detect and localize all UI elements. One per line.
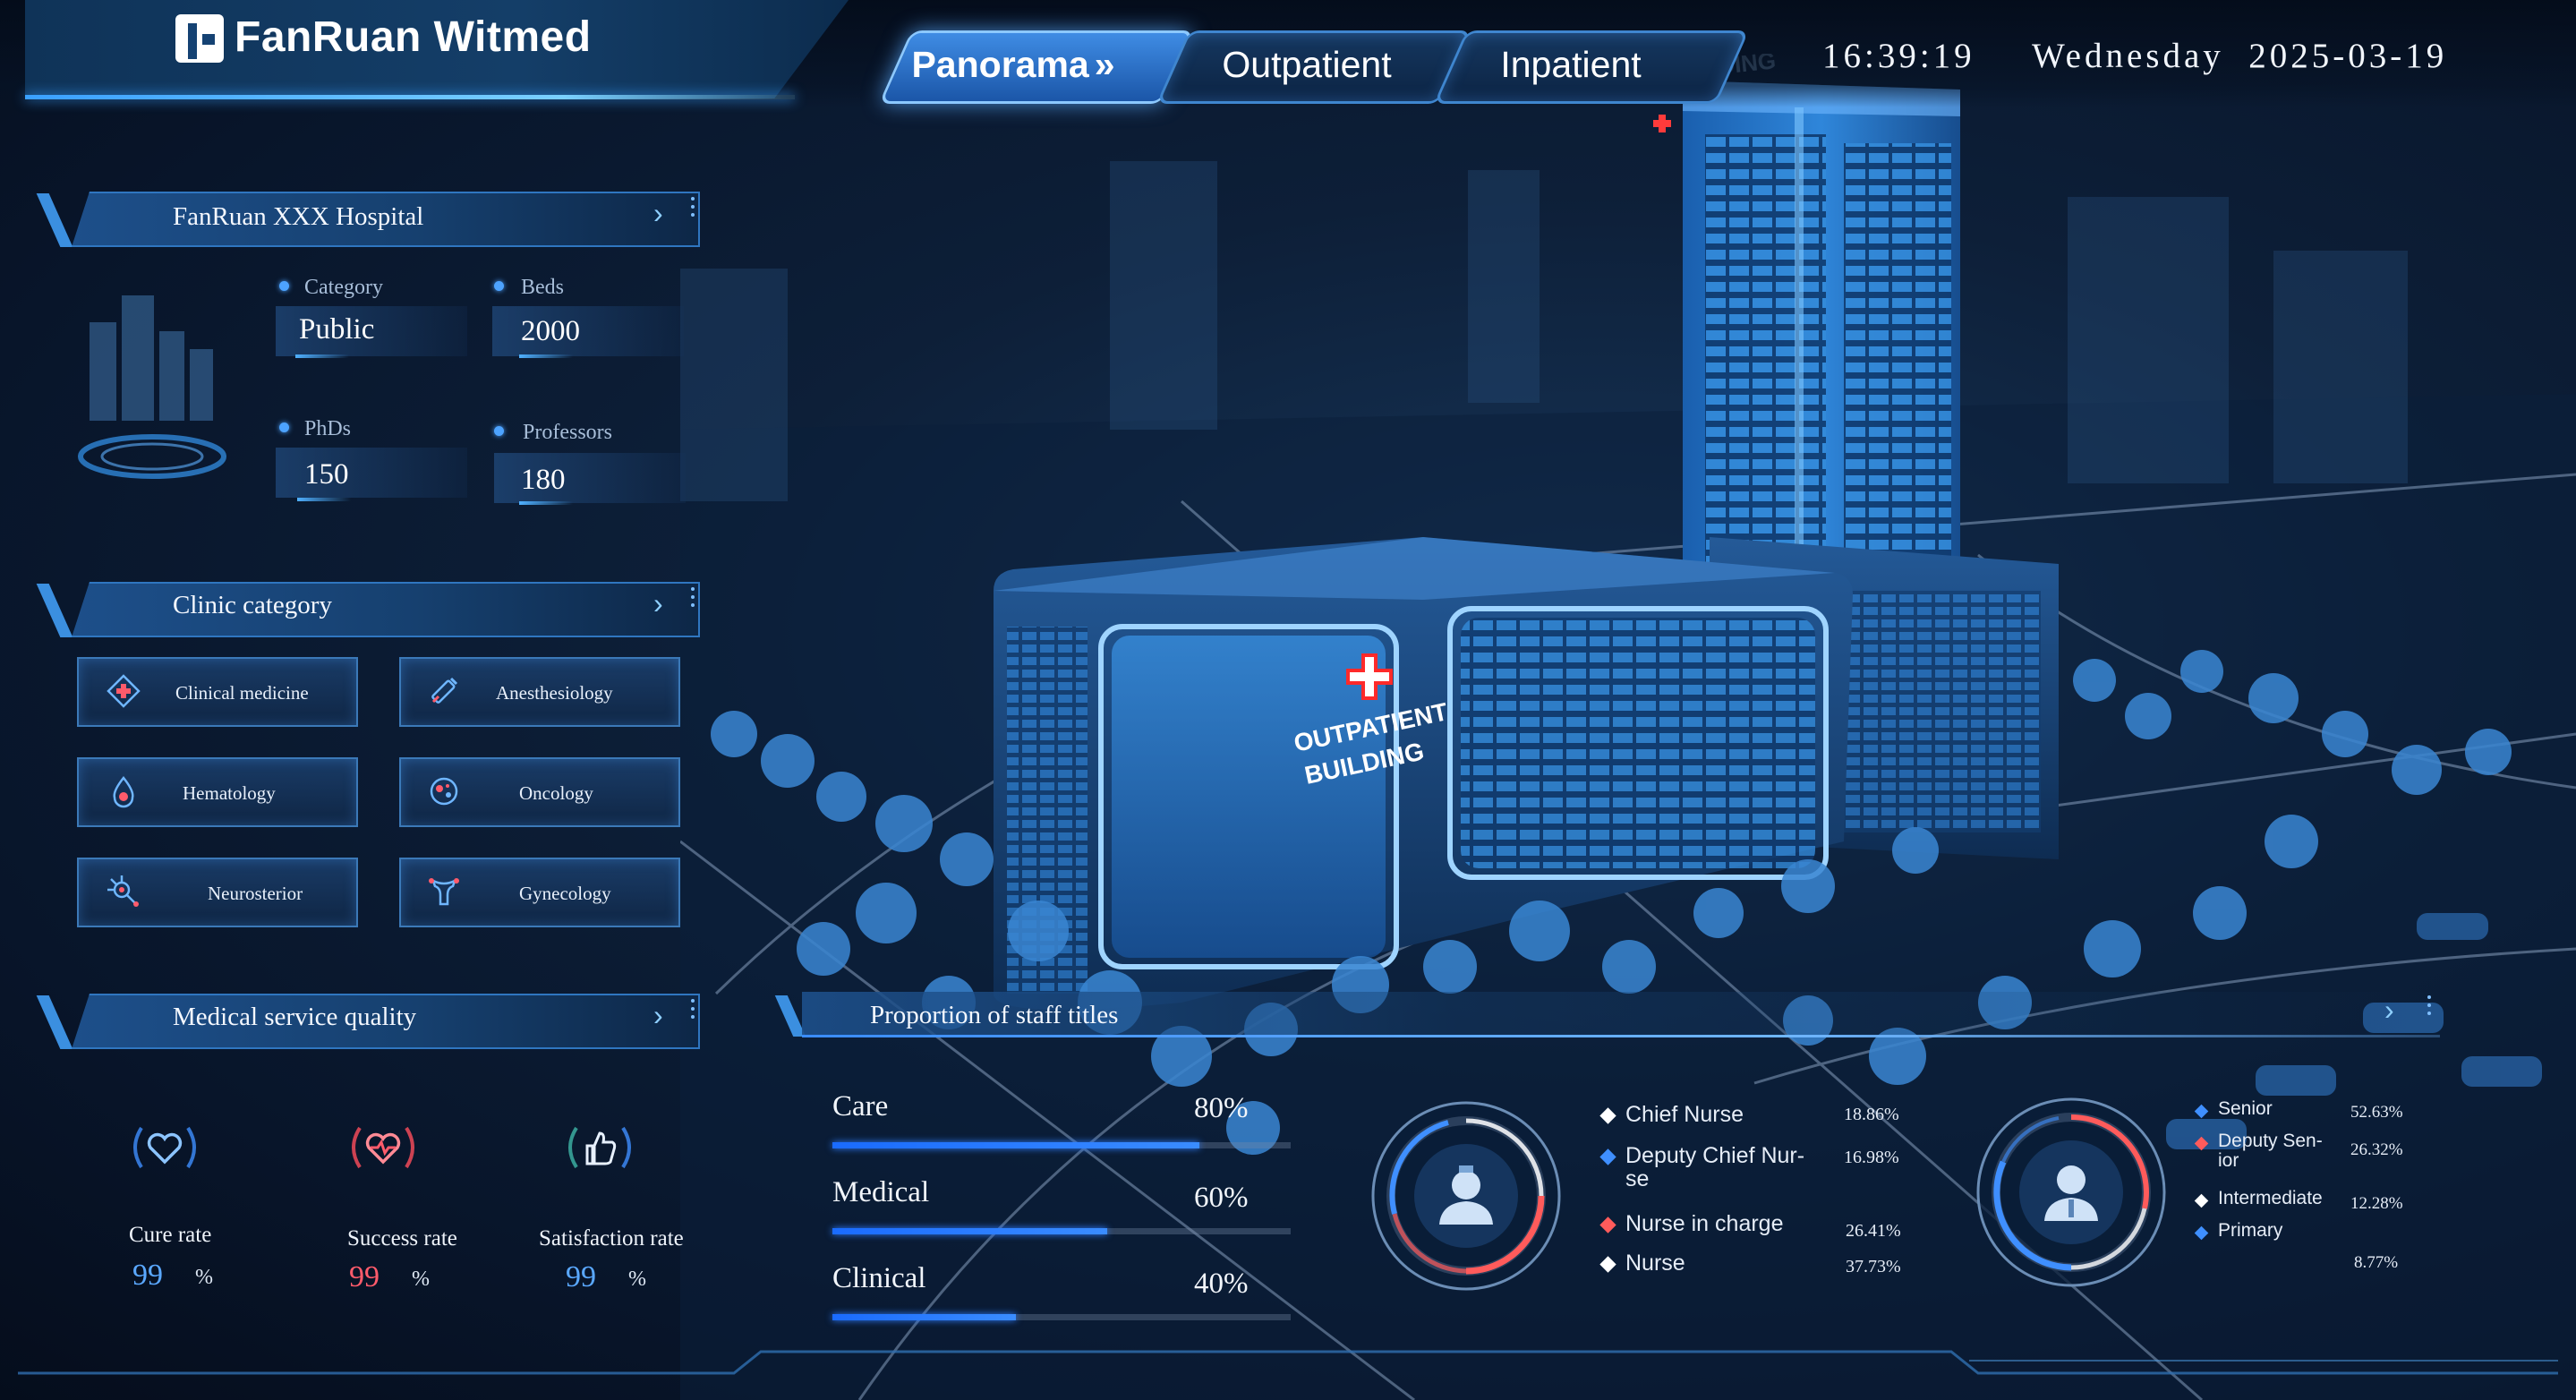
success-rate-value: 99 xyxy=(349,1260,380,1293)
clinic-item-label: Hematology xyxy=(183,782,276,804)
legend-senior: Senior xyxy=(2218,1098,2273,1119)
staff-bar-pct-care: 80% xyxy=(1194,1092,1249,1124)
double-chevron-icon: » xyxy=(1094,44,1115,85)
staff-bar-track xyxy=(832,1314,1291,1320)
hospital-name: FanRuan XXX Hospital xyxy=(173,202,424,231)
bullet-dot xyxy=(494,426,504,436)
bullet-dot xyxy=(494,281,504,291)
legend-nurse-in-charge: Nurse in charge xyxy=(1625,1211,1784,1236)
tab-inpatient-label[interactable]: Inpatient xyxy=(1437,39,1705,90)
quality-panel-title: Medical service quality xyxy=(173,1003,417,1031)
more-dots-icon[interactable] xyxy=(691,197,698,217)
logo-underline xyxy=(25,95,795,99)
satisfaction-rate-unit: % xyxy=(628,1268,646,1291)
field-value-beds: 2000 xyxy=(521,315,580,347)
tab-panorama-label[interactable]: Panorama» xyxy=(879,39,1147,90)
legend-primary-pct: 8.77% xyxy=(2354,1253,2399,1272)
bullet-dot xyxy=(279,423,289,432)
fanruan-logo-icon xyxy=(175,14,224,63)
legend-deputy-chief-nurse: Deputy Chief Nur- se xyxy=(1625,1143,1805,1191)
field-underline xyxy=(519,501,573,505)
cell-icon xyxy=(430,777,458,806)
blood-drop-icon xyxy=(113,775,134,808)
legend-deputy-senior-pct: 26.32% xyxy=(2350,1140,2403,1159)
more-dots-icon[interactable] xyxy=(691,587,698,607)
legend-intermediate: Intermediate xyxy=(2218,1188,2323,1208)
legend-senior-pct: 52.63% xyxy=(2350,1103,2403,1122)
more-dots-icon[interactable] xyxy=(2427,995,2435,1015)
bullet-dot xyxy=(279,281,289,291)
medical-cross-icon xyxy=(107,674,141,708)
clock-time: 16:39:19 xyxy=(1822,37,1975,75)
legend-nurse-pct: 37.73% xyxy=(1846,1257,1901,1276)
panel-accent xyxy=(36,584,73,637)
legend-nurse: Nurse xyxy=(1625,1251,1685,1276)
staff-bar-track xyxy=(832,1228,1291,1234)
clinic-item-label: Neurosterior xyxy=(208,883,303,904)
field-value-phds: 150 xyxy=(304,458,349,491)
bottom-frame xyxy=(18,1350,2558,1375)
legend-primary: Primary xyxy=(2218,1220,2283,1241)
clinic-panel-title: Clinic category xyxy=(173,591,332,619)
staff-bar-fill-clinical xyxy=(832,1314,1016,1320)
legend-deputy-senior: Deputy Sen- ior xyxy=(2218,1131,2323,1171)
staff-bar-name-care: Care xyxy=(832,1090,889,1123)
field-value-category: Public xyxy=(299,313,375,346)
current-date: Wednesday 2025-03-19 xyxy=(2032,37,2448,75)
cure-rate-unit: % xyxy=(195,1266,213,1289)
clinic-panel-header[interactable] xyxy=(72,582,700,637)
field-label-professors: Professors xyxy=(523,421,612,444)
heart-icon xyxy=(133,1126,196,1169)
clinic-item-label: Gynecology xyxy=(519,883,611,904)
legend-chief-nurse-pct: 18.86% xyxy=(1844,1105,1899,1124)
clinic-item-label: Anesthesiology xyxy=(496,682,613,704)
legend-intermediate-pct: 12.28% xyxy=(2350,1194,2403,1213)
field-underline xyxy=(297,498,351,501)
staff-bar-name-clinical: Clinical xyxy=(832,1262,926,1294)
field-label-category: Category xyxy=(304,276,383,299)
field-label-phds: PhDs xyxy=(304,417,352,440)
thumbs-up-icon xyxy=(568,1126,631,1169)
staff-bar-pct-medical: 60% xyxy=(1194,1182,1249,1214)
legend-nurse-in-charge-pct: 26.41% xyxy=(1846,1221,1901,1241)
clinic-item-label: Oncology xyxy=(519,782,593,804)
field-label-beds: Beds xyxy=(521,276,564,299)
uterus-icon xyxy=(429,878,459,906)
success-rate-unit: % xyxy=(412,1268,430,1291)
staff-bar-fill-care xyxy=(832,1142,1199,1148)
chevron-right-icon[interactable]: › xyxy=(653,197,663,230)
satisfaction-rate-label: Satisfaction rate xyxy=(539,1226,684,1251)
panel-accent xyxy=(36,193,73,247)
neuron-icon xyxy=(107,875,139,907)
clinic-item-label: Clinical medicine xyxy=(175,682,309,704)
doctor-donut-chart xyxy=(1976,1097,2166,1287)
legend-chief-nurse: Chief Nurse xyxy=(1625,1102,1744,1127)
syringe-icon xyxy=(431,677,458,704)
tab-outpatient-label[interactable]: Outpatient xyxy=(1173,39,1441,90)
chevron-right-icon[interactable]: › xyxy=(653,587,663,620)
field-value-professors: 180 xyxy=(521,464,566,496)
panel-accent xyxy=(36,995,73,1049)
more-dots-icon[interactable] xyxy=(691,999,698,1019)
staff-panel-rule xyxy=(802,1035,2440,1037)
cure-rate-label: Cure rate xyxy=(129,1223,212,1247)
staff-bar-fill-medical xyxy=(832,1228,1108,1234)
staff-bar-pct-clinical: 40% xyxy=(1194,1268,1249,1300)
staff-bar-name-medical: Medical xyxy=(832,1176,930,1208)
success-rate-label: Success rate xyxy=(347,1226,457,1251)
field-underline xyxy=(295,354,349,358)
chevron-right-icon[interactable]: › xyxy=(653,999,663,1032)
heartbeat-icon xyxy=(352,1126,414,1169)
nurse-donut-chart xyxy=(1371,1101,1561,1291)
field-underline xyxy=(519,354,573,358)
legend-deputy-chief-nurse-pct: 16.98% xyxy=(1844,1148,1899,1167)
brand-name: FanRuan Witmed xyxy=(235,13,592,61)
chevron-right-icon[interactable]: › xyxy=(2384,994,2394,1027)
staff-bar-track xyxy=(832,1142,1291,1148)
cure-rate-value: 99 xyxy=(132,1259,163,1292)
staff-panel-title: Proportion of staff titles xyxy=(870,1001,1119,1029)
city-silhouette-icon xyxy=(78,295,226,479)
satisfaction-rate-value: 99 xyxy=(566,1260,596,1293)
